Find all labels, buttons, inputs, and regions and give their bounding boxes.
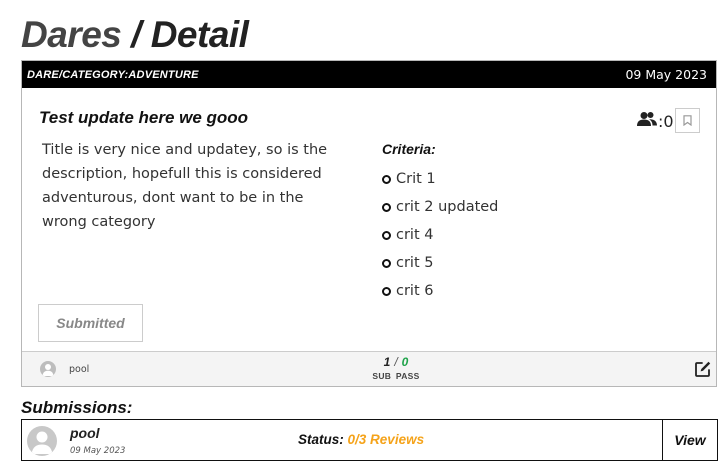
page-title-subsection: Detail: [150, 14, 249, 55]
criteria-heading: Criteria:: [382, 141, 436, 157]
submitted-button[interactable]: Submitted: [38, 304, 143, 342]
dare-card-footer: pool 1/0 SUB PASS: [22, 351, 716, 386]
follower-count: :0: [658, 111, 674, 131]
criteria-item: crit 6: [382, 277, 498, 305]
page-title: Dares / Detail: [21, 14, 249, 56]
avatar: [27, 426, 57, 456]
criteria-text: crit 6: [396, 283, 434, 299]
criteria-text: Crit 1: [396, 171, 436, 187]
status-value: 0/3 Reviews: [347, 432, 425, 447]
edit-button[interactable]: [694, 360, 712, 378]
submissions-heading: Submissions:: [21, 398, 133, 417]
stats-separator: /: [394, 355, 398, 369]
bullet-icon: [382, 174, 391, 184]
dare-card-header: DARE/CATEGORY:ADVENTURE 09 May 2023: [22, 61, 716, 88]
dare-category: DARE/CATEGORY:ADVENTURE: [27, 68, 199, 81]
bullet-icon: [382, 202, 391, 212]
submission-pass-stats: 1/0 SUB PASS: [366, 355, 426, 381]
criteria-text: crit 4: [396, 227, 434, 243]
submission-date: 09 May 2023: [70, 446, 126, 456]
pass-count: 0: [401, 355, 409, 369]
sub-label: SUB: [372, 371, 392, 381]
bookmark-button[interactable]: [675, 108, 700, 133]
sub-count: 1: [383, 355, 391, 369]
criteria-item: crit 5: [382, 249, 498, 277]
users-icon: [637, 111, 657, 131]
criteria-text: crit 2 updated: [396, 199, 499, 215]
followers-indicator: :0: [637, 111, 674, 131]
submission-row: pool 09 May 2023 Status: 0/3 Reviews Vie…: [21, 419, 718, 461]
criteria-text: crit 5: [396, 255, 434, 271]
criteria-item: crit 2 updated: [382, 193, 498, 221]
dare-title: Test update here we gooo: [39, 108, 249, 127]
dare-card: DARE/CATEGORY:ADVENTURE 09 May 2023 Test…: [21, 60, 717, 387]
avatar: [40, 361, 56, 377]
submission-status: Status: 0/3 Reviews: [298, 432, 424, 447]
edit-icon: [694, 361, 712, 382]
criteria-item: Crit 1: [382, 165, 498, 193]
page-title-section: Dares: [21, 14, 122, 55]
view-button[interactable]: View: [662, 419, 718, 461]
author-username: pool: [69, 363, 90, 375]
criteria-item: crit 4: [382, 221, 498, 249]
bullet-icon: [382, 286, 391, 296]
page-title-separator: /: [121, 14, 151, 55]
criteria-list: Crit 1 crit 2 updated crit 4 crit 5 crit…: [382, 165, 498, 305]
author[interactable]: pool: [40, 361, 89, 377]
dare-description: Title is very nice and updatey, so is th…: [42, 142, 328, 230]
status-label: Status:: [298, 432, 344, 447]
dare-date: 09 May 2023: [625, 67, 707, 82]
submission-username[interactable]: pool: [70, 425, 100, 441]
bullet-icon: [382, 230, 391, 240]
bookmark-icon: [683, 111, 692, 130]
pass-label: PASS: [395, 371, 420, 381]
bullet-icon: [382, 258, 391, 268]
